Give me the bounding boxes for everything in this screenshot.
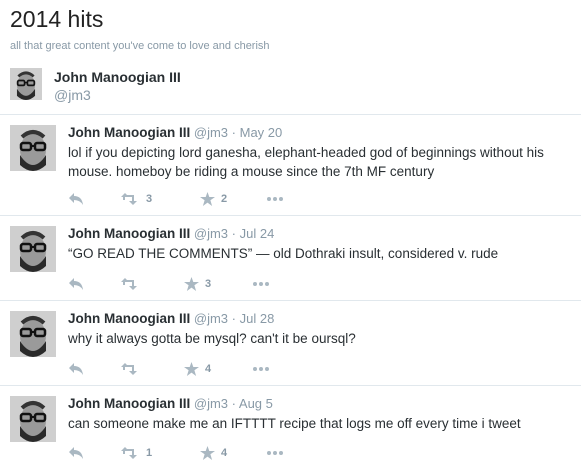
favorite-count: 4 [205, 363, 212, 375]
meta-separator: · [231, 396, 236, 411]
more-button[interactable] [266, 444, 284, 462]
tweet-text: can someone make me an IFTTTT recipe tha… [68, 416, 521, 431]
favorite-count: 4 [221, 447, 228, 459]
retweet-count: 1 [146, 447, 153, 459]
avatar[interactable] [10, 125, 56, 171]
more-button[interactable] [252, 360, 270, 378]
tweet-item[interactable]: John Manoogian III @jm3 · Jul 28 why it … [0, 301, 581, 386]
tweet-text: lol if you depicting lord ganesha, eleph… [68, 145, 544, 179]
star-icon [184, 362, 199, 376]
avatar[interactable] [10, 396, 56, 442]
retweet-icon [121, 363, 137, 375]
reply-icon [69, 278, 83, 290]
tweet-author-name[interactable]: John Manoogian III [68, 226, 190, 241]
profile-handle[interactable]: @jm3 [54, 87, 91, 103]
more-icon [253, 282, 269, 286]
retweet-icon [121, 193, 137, 205]
page-subtitle: all that great content you've come to lo… [10, 40, 270, 52]
star-icon [200, 446, 215, 460]
favorite-button[interactable]: 3 [184, 275, 211, 293]
tweet-author-name[interactable]: John Manoogian III [68, 311, 190, 326]
tweet-text: “GO READ THE COMMENTS” — old Dothraki in… [68, 246, 499, 261]
retweet-count: 3 [146, 193, 153, 205]
profile-summary[interactable]: John Manoogian III @jm3 [10, 68, 410, 104]
tweet-date[interactable]: Jul 28 [240, 311, 275, 326]
tweet-header: John Manoogian III @jm3 · Jul 28 [68, 311, 274, 326]
more-button[interactable] [266, 190, 284, 208]
meta-separator: · [231, 311, 236, 326]
tweet-author-name[interactable]: John Manoogian III [68, 125, 190, 140]
reply-icon [69, 363, 83, 375]
tweet-date[interactable]: May 20 [240, 125, 283, 140]
tweet-header: John Manoogian III @jm3 · Aug 5 [68, 396, 273, 411]
star-icon [200, 192, 215, 206]
retweet-button[interactable] [120, 360, 146, 378]
favorite-count: 2 [221, 193, 228, 205]
tweet-header: John Manoogian III @jm3 · May 20 [68, 125, 282, 140]
profile-name[interactable]: John Manoogian III [54, 69, 181, 85]
tweet-actions: 4 [68, 360, 368, 378]
tweet-date[interactable]: Aug 5 [239, 396, 273, 411]
retweet-icon [121, 447, 137, 459]
tweet-author-handle[interactable]: @jm3 [194, 125, 228, 140]
reply-icon [69, 447, 83, 459]
avatar[interactable] [10, 68, 42, 100]
tweet-author-handle[interactable]: @jm3 [194, 311, 228, 326]
star-icon [184, 277, 199, 291]
tweet-author-handle[interactable]: @jm3 [194, 396, 228, 411]
tweet-actions: 3 2 [68, 190, 368, 208]
favorite-button[interactable]: 2 [200, 190, 227, 208]
tweet-item[interactable]: John Manoogian III @jm3 · Jul 24 “GO REA… [0, 216, 581, 301]
page-title: 2014 hits [10, 6, 104, 32]
tweet-item[interactable]: John Manoogian III @jm3 · May 20 lol if … [0, 115, 581, 216]
more-icon [267, 197, 283, 201]
reply-icon [69, 193, 83, 205]
tweet-date[interactable]: Jul 24 [240, 226, 275, 241]
tweet-actions: 1 4 [68, 444, 368, 462]
retweet-button[interactable] [120, 275, 146, 293]
favorite-button[interactable]: 4 [184, 360, 211, 378]
reply-button[interactable] [68, 190, 84, 208]
more-icon [267, 451, 283, 455]
favorite-count: 3 [205, 278, 212, 290]
retweet-icon [121, 278, 137, 290]
avatar[interactable] [10, 311, 56, 357]
reply-button[interactable] [68, 360, 84, 378]
meta-separator: · [231, 125, 236, 140]
reply-button[interactable] [68, 275, 84, 293]
tweet-actions: 3 [68, 275, 368, 293]
tweet-author-handle[interactable]: @jm3 [194, 226, 228, 241]
retweet-button[interactable]: 1 [120, 444, 152, 462]
avatar[interactable] [10, 226, 56, 272]
tweet-item[interactable]: John Manoogian III @jm3 · Aug 5 can some… [0, 386, 581, 469]
more-button[interactable] [252, 275, 270, 293]
favorite-button[interactable]: 4 [200, 444, 227, 462]
more-icon [253, 367, 269, 371]
reply-button[interactable] [68, 444, 84, 462]
tweet-text: why it always gotta be mysql? can't it b… [68, 331, 356, 346]
tweet-author-name[interactable]: John Manoogian III [68, 396, 190, 411]
tweet-header: John Manoogian III @jm3 · Jul 24 [68, 226, 274, 241]
meta-separator: · [231, 226, 236, 241]
retweet-button[interactable]: 3 [120, 190, 152, 208]
